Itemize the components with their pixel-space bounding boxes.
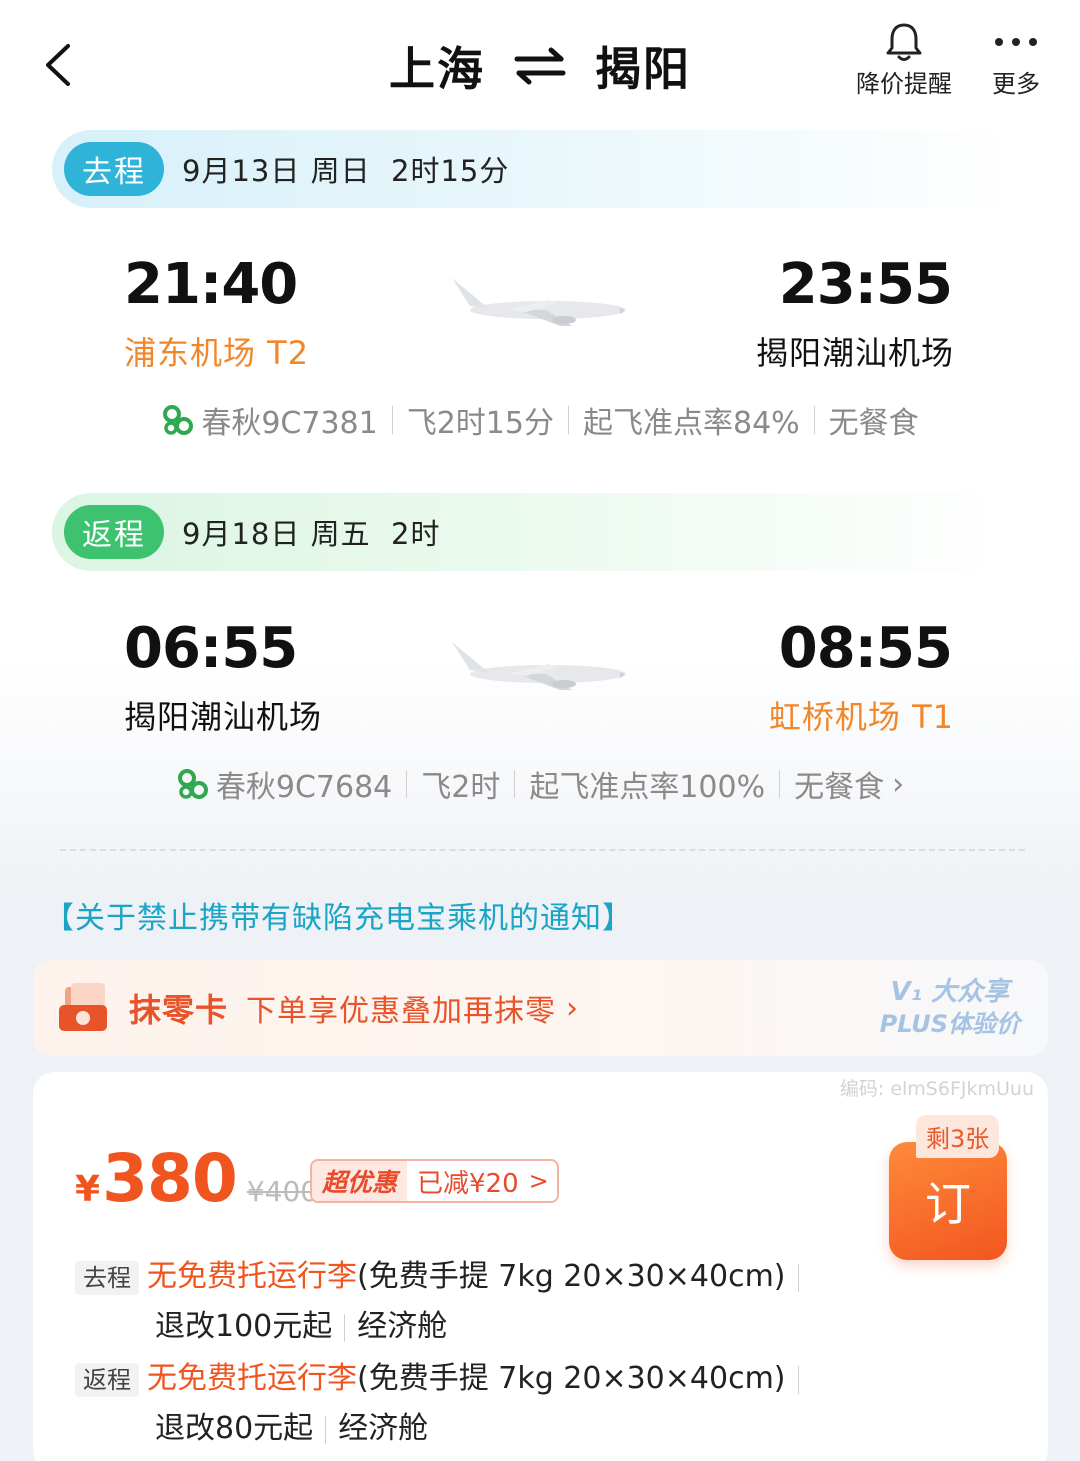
bell-icon [886, 23, 922, 61]
airplane-icon [452, 278, 626, 326]
chevron-right-icon: › [566, 990, 579, 1026]
price-alert-label: 降价提醒 [856, 70, 952, 98]
divider [779, 770, 781, 798]
outbound-banner: 去程 9月13日 周日 2时15分 [52, 130, 1020, 208]
deal-label: 超优惠 [312, 1161, 408, 1201]
chevron-right-icon: › [892, 766, 905, 802]
divider [797, 1263, 799, 1292]
outbound-dep-airport: 浦东机场 T2 [124, 334, 310, 372]
inbound-conditions[interactable]: 返程 无免费托运行李(免费手提 7kg 20×30×40cm) 退改80元起 经济舱 [75, 1354, 811, 1454]
outbound-date-info: 9月13日 周日 2时15分 [182, 154, 510, 188]
outbound-baggage: 无免费托运行李 [147, 1259, 357, 1294]
inbound-duration: 飞2时 [421, 770, 501, 805]
original-price: ¥400 [246, 1175, 319, 1208]
outbound-arr-time: 23:55 [778, 252, 953, 317]
spring-airlines-logo-icon [163, 405, 194, 435]
outbound-punctuality: 起飞准点率84% [582, 406, 800, 441]
inbound-cond-tag: 返程 [75, 1362, 139, 1397]
outbound-flight[interactable]: 21:40 浦东机场 T2 23:55 揭阳潮汕机场 春秋9C7381 飞2时1… [0, 240, 1080, 460]
divider [514, 770, 516, 798]
outbound-flight-meta: 春秋9C7381 飞2时15分 起飞准点率84% 无餐食 [0, 398, 1080, 442]
outbound-dep-time: 21:40 [124, 252, 298, 317]
airplane-icon [452, 642, 626, 690]
outbound-refund: 退改100元起 [155, 1309, 333, 1344]
promo-description: 下单享优惠叠加再抹零 [246, 994, 557, 1029]
divider [344, 1313, 346, 1342]
divider [567, 406, 569, 434]
inbound-baggage: 无免费托运行李 [147, 1361, 357, 1396]
inbound-arr-airport: 虹桥机场 T1 [768, 698, 954, 736]
outbound-carry-on: (免费手提 7kg 20×30×40cm) [357, 1259, 786, 1294]
currency-symbol: ¥ [75, 1169, 101, 1210]
outbound-meal: 无餐食 [828, 406, 919, 441]
divider [391, 406, 393, 434]
plus-badge-line2: PLUS体验价 [879, 1010, 1020, 1038]
battery-notice-link[interactable]: 【关于禁止携带有缺陷充电宝乘机的通知】 [44, 893, 633, 937]
outbound-arr-airport: 揭阳潮汕机场 [755, 334, 954, 372]
inbound-dep-airport: 揭阳潮汕机场 [124, 698, 323, 736]
inbound-date-info: 9月18日 周五 2时 [182, 517, 441, 551]
book-button[interactable]: 订 [889, 1142, 1007, 1260]
price-row: ¥ 380 ¥400 [75, 1140, 318, 1217]
price-alert-button[interactable]: 降价提醒 [848, 20, 960, 99]
inbound-punctuality: 起飞准点率100% [529, 770, 766, 805]
inbound-flight[interactable]: 06:55 揭阳潮汕机场 08:55 虹桥机场 T1 春秋9C7684 飞2时 … [0, 604, 1080, 824]
more-dots-icon [995, 38, 1037, 46]
inbound-dep-time: 06:55 [124, 616, 298, 681]
plus-badge: V₁ 大众享 PLUS体验价 [880, 976, 1020, 1040]
inbound-cabin: 经济舱 [338, 1411, 429, 1446]
ticket-code: 编码: elmS6FJkmUuu [839, 1078, 1034, 1100]
remaining-seats-badge: 剩3张 [916, 1115, 1000, 1158]
divider [325, 1415, 327, 1444]
plus-badge-line1: V₁ 大众享 [890, 977, 1010, 1007]
outbound-cabin: 经济舱 [357, 1309, 448, 1344]
ticket-price: 380 [102, 1140, 238, 1217]
discount-tag[interactable]: 超优惠 已减¥20 > [310, 1159, 559, 1203]
spring-airlines-logo-icon [177, 769, 208, 799]
divider [406, 770, 408, 798]
destination-city: 揭阳 [595, 42, 691, 96]
inbound-tag: 返程 [64, 505, 164, 559]
inbound-arr-time: 08:55 [778, 616, 953, 681]
more-button[interactable]: 更多 [985, 20, 1047, 99]
outbound-tag: 去程 [64, 142, 164, 196]
ticket-card[interactable]: 编码: elmS6FJkmUuu ¥ 380 ¥400 超优惠 已减¥20 > … [33, 1072, 1048, 1461]
outbound-duration: 飞2时15分 [406, 406, 554, 441]
inbound-refund: 退改80元起 [155, 1411, 314, 1446]
swap-arrows-icon[interactable] [513, 46, 567, 86]
inbound-carry-on: (免费手提 7kg 20×30×40cm) [357, 1361, 786, 1396]
coupon-card-icon [59, 983, 107, 1031]
inbound-meal: 无餐食 [794, 770, 885, 805]
promo-title: 抹零卡 [129, 991, 229, 1029]
discount-amount: 已减¥20 [417, 1168, 519, 1199]
inbound-flight-meta[interactable]: 春秋9C7684 飞2时 起飞准点率100% 无餐食 › [0, 762, 1080, 806]
outbound-conditions[interactable]: 去程 无免费托运行李(免费手提 7kg 20×30×40cm) 退改100元起 经济… [75, 1252, 811, 1352]
outbound-cond-tag: 去程 [75, 1260, 139, 1295]
divider [797, 1365, 799, 1394]
inbound-banner: 返程 9月18日 周五 2时 [52, 493, 1020, 571]
divider [60, 849, 1025, 851]
chevron-right-icon: > [528, 1167, 549, 1195]
top-nav-bar: 上海 揭阳 降价提醒 更多 [0, 0, 1080, 125]
origin-city: 上海 [389, 42, 485, 96]
inbound-airline-flight: 春秋9C7684 [215, 770, 393, 805]
promo-card[interactable]: 抹零卡 下单享优惠叠加再抹零 › V₁ 大众享 PLUS体验价 [33, 960, 1048, 1056]
outbound-airline-flight: 春秋9C7381 [201, 406, 378, 441]
divider [813, 406, 815, 434]
more-label: 更多 [992, 70, 1040, 98]
